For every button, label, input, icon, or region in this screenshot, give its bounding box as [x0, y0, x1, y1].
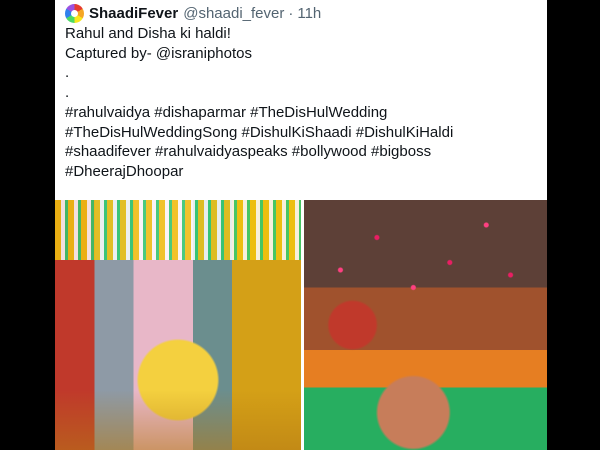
- tweet-text: Rahul and Disha ki haldi! Captured by- @…: [65, 24, 535, 182]
- tweet-header: ShaadiFever @shaadi_fever · 11h: [65, 2, 321, 24]
- tweet-line: #DheerajDhoopar: [65, 162, 184, 180]
- tweet-line: #shaadifever #rahulvaidyaspeaks #bollywo…: [65, 143, 432, 161]
- user-handle[interactable]: @shaadi_fever: [183, 5, 284, 22]
- display-name[interactable]: ShaadiFever: [89, 5, 178, 22]
- tweet-line: Rahul and Disha ki haldi!: [65, 25, 231, 42]
- tweet-line: .: [65, 84, 70, 102]
- avatar[interactable]: [65, 3, 84, 23]
- tweet-card[interactable]: ShaadiFever @shaadi_fever · 11h Rahul an…: [55, 0, 547, 450]
- haldi-photo-left[interactable]: [55, 200, 301, 450]
- tweet-line: Captured by- @israniphotos: [65, 44, 252, 62]
- tweet-line: #rahulvaidya #dishaparmar #TheDisHulWedd…: [65, 103, 388, 121]
- media-grid: [55, 200, 547, 450]
- timestamp[interactable]: 11h: [297, 5, 321, 22]
- haldi-photo-right[interactable]: [304, 200, 547, 450]
- tweet-line: .: [65, 64, 70, 82]
- tweet-line: #TheDisHulWeddingSong #DishulKiShaadi #D…: [65, 123, 454, 141]
- separator-dot: ·: [288, 4, 294, 22]
